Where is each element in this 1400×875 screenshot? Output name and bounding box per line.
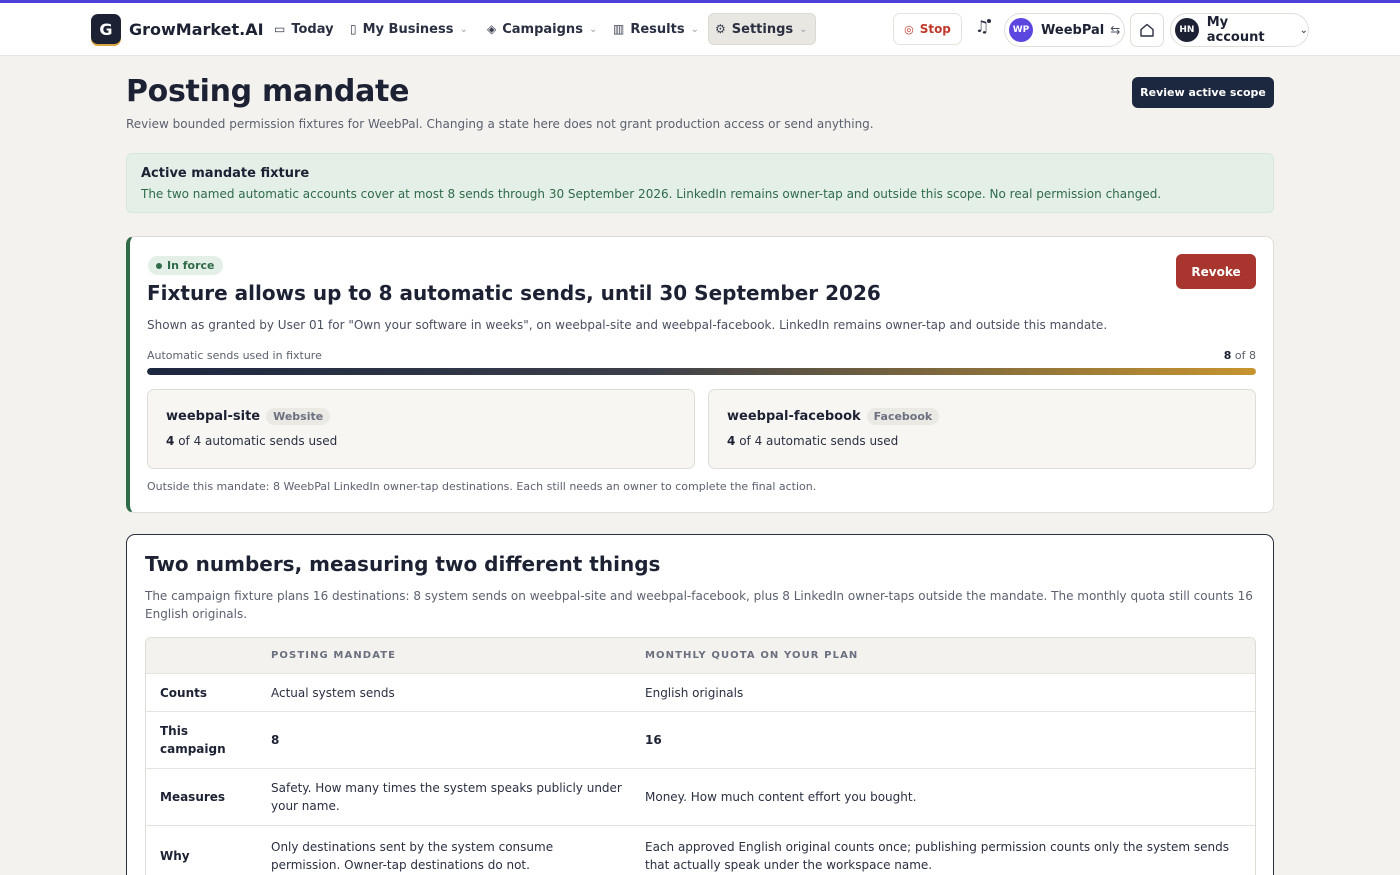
usage-progress-fill: [147, 368, 1256, 375]
review-active-scope-button[interactable]: Review active scope: [1132, 77, 1274, 108]
comparison-description: The campaign fixture plans 16 destinatio…: [145, 589, 1253, 621]
destination-used-text: of 4 automatic sends used: [178, 434, 338, 448]
status-badge-label: In force: [167, 259, 215, 272]
top-navigation: G GrowMarket.AI ▭ Today ▯ My Business ⌄ …: [0, 3, 1400, 56]
table-header-empty: [146, 638, 257, 673]
nav-item-today[interactable]: ▭ Today: [268, 13, 340, 45]
comparison-title: Two numbers, measuring two different thi…: [145, 552, 661, 576]
layers-icon: ◈: [487, 22, 497, 36]
row-mandate-value: Actual system sends: [271, 685, 395, 700]
row-label: Counts: [160, 685, 208, 700]
row-mandate-value: 8: [271, 733, 280, 747]
chevron-down-icon: ⌄: [1299, 24, 1308, 36]
workspace-switcher[interactable]: WP WeebPal ⇆: [1004, 13, 1125, 47]
usage-progress-bar: [147, 368, 1256, 375]
tablet-icon: ▯: [350, 22, 357, 36]
workspace-avatar: WP: [1009, 18, 1033, 42]
workspace-name: WeebPal: [1041, 22, 1105, 38]
outside-mandate-note: Outside this mandate: 8 WeebPal LinkedIn…: [147, 480, 817, 493]
destination-used-text: of 4 automatic sends used: [739, 434, 899, 448]
bar-chart-icon: ▥: [613, 22, 625, 36]
account-label: My account: [1206, 15, 1265, 45]
notice-body: The two named automatic accounts cover a…: [141, 187, 1162, 201]
page-title: Posting mandate: [126, 74, 410, 109]
destination-usage: 4 of 4 automatic sends used: [727, 434, 1237, 448]
row-quota-value: Money. How much content effort you bough…: [645, 790, 917, 804]
comparison-card: Two numbers, measuring two different thi…: [126, 534, 1274, 875]
active-fixture-notice: Active mandate fixture The two named aut…: [126, 153, 1274, 213]
table-row: This campaign 8 16: [146, 712, 1255, 769]
brand[interactable]: G GrowMarket.AI: [91, 13, 264, 45]
mandate-card: In force Revoke Fixture allows up to 8 a…: [126, 236, 1274, 513]
destination-name: weebpal-site: [166, 409, 261, 424]
switch-icon: ⇆: [1110, 23, 1121, 37]
destination-card-facebook: weebpal-facebook Facebook 4 of 4 automat…: [708, 389, 1256, 469]
stop-button[interactable]: ◎ Stop: [893, 13, 962, 45]
usage-of: of 8: [1234, 349, 1256, 362]
brand-name: GrowMarket.AI: [129, 19, 264, 39]
home-icon: [1140, 23, 1154, 37]
usage-count: 8 of 8: [1224, 349, 1256, 362]
stop-label: Stop: [919, 22, 951, 36]
table-row: Why Only destinations sent by the system…: [146, 826, 1255, 875]
row-label: This campaign: [160, 724, 226, 756]
nav-item-label: My Business: [362, 21, 454, 37]
page-subtitle: Review bounded permission fixtures for W…: [126, 117, 874, 131]
table-header-quota: MONTHLY QUOTA ON YOUR PLAN: [645, 649, 859, 661]
revoke-button[interactable]: Revoke: [1176, 254, 1256, 289]
bell-icon[interactable]: ♫: [970, 17, 994, 41]
notice-title: Active mandate fixture: [141, 166, 310, 181]
destination-card-site: weebpal-site Website 4 of 4 automatic se…: [147, 389, 695, 469]
row-quota-value: Each approved English original counts on…: [645, 840, 1230, 872]
row-mandate-value: Safety. How many times the system speaks…: [271, 781, 622, 813]
status-badge: In force: [148, 256, 223, 275]
nav-item-settings[interactable]: ⚙ Settings ⌄: [708, 13, 816, 45]
destination-type-tag: Facebook: [866, 408, 940, 425]
gear-icon: ⚙: [715, 22, 726, 36]
nav-item-results[interactable]: ▥ Results ⌄: [607, 13, 705, 45]
account-menu[interactable]: HN My account ⌄: [1170, 13, 1309, 47]
destination-usage: 4 of 4 automatic sends used: [166, 434, 676, 448]
chevron-down-icon: ⌄: [690, 23, 699, 35]
home-button[interactable]: [1130, 13, 1164, 47]
destination-used-count: 4: [166, 434, 175, 448]
stop-icon: ◎: [904, 22, 914, 36]
table-header-row: POSTING MANDATE MONTHLY QUOTA ON YOUR PL…: [146, 638, 1255, 674]
nav-item-label: Settings: [731, 21, 794, 37]
account-avatar: HN: [1175, 18, 1199, 42]
row-quota-value: 16: [645, 733, 662, 747]
nav-item-label: Campaigns: [502, 21, 583, 37]
chevron-down-icon: ⌄: [799, 23, 808, 35]
nav-item-my-business[interactable]: ▯ My Business ⌄: [344, 13, 474, 45]
chevron-down-icon: ⌄: [588, 23, 598, 35]
brand-logo: G: [91, 14, 121, 44]
usage-label: Automatic sends used in fixture: [147, 349, 322, 362]
table-row: Counts Actual system sends English origi…: [146, 674, 1255, 712]
destination-name: weebpal-facebook: [727, 409, 861, 424]
mandate-title: Fixture allows up to 8 automatic sends, …: [147, 281, 881, 305]
inbox-icon: ▭: [274, 22, 286, 36]
nav-item-campaigns[interactable]: ◈ Campaigns ⌄: [481, 13, 603, 45]
destination-type-tag: Website: [266, 408, 331, 425]
row-mandate-value: Only destinations sent by the system con…: [271, 840, 554, 872]
usage-used: 8: [1223, 349, 1232, 362]
table-header-mandate: POSTING MANDATE: [271, 649, 397, 661]
nav-item-label: Results: [630, 21, 685, 37]
row-label: Measures: [160, 790, 226, 804]
comparison-table: POSTING MANDATE MONTHLY QUOTA ON YOUR PL…: [145, 637, 1256, 875]
destination-used-count: 4: [727, 434, 736, 448]
row-quota-value: English originals: [645, 685, 744, 700]
nav-item-label: Today: [291, 21, 334, 37]
table-row: Measures Safety. How many times the syst…: [146, 769, 1255, 826]
chevron-down-icon: ⌄: [459, 23, 468, 35]
status-dot-icon: [156, 262, 162, 269]
row-label: Why: [160, 849, 190, 863]
mandate-description: Shown as granted by User 01 for "Own you…: [147, 318, 1108, 332]
